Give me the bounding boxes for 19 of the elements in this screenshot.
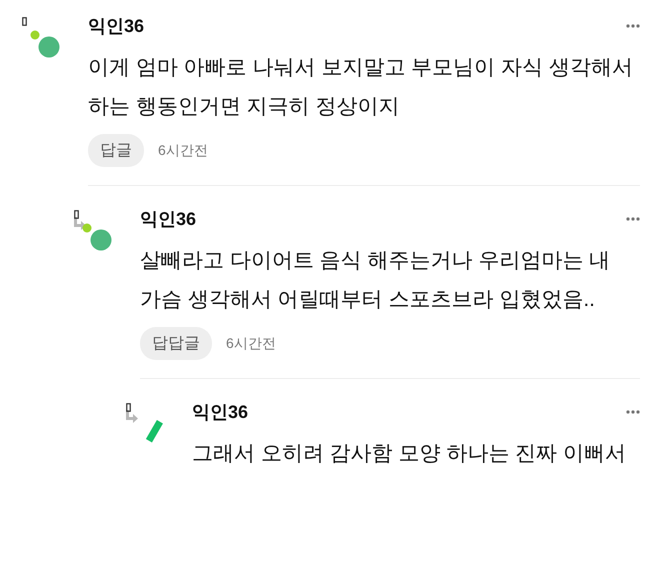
avatar-icon xyxy=(82,223,112,251)
author-name: 익인36 xyxy=(140,208,196,231)
more-icon xyxy=(626,410,640,414)
box-icon xyxy=(126,403,131,412)
more-icon xyxy=(626,217,640,221)
reply-button[interactable]: 답답글 xyxy=(140,327,212,360)
reply-arrow-icon xyxy=(124,410,138,423)
timestamp: 6시간전 xyxy=(226,334,276,352)
reply-button[interactable]: 답글 xyxy=(88,134,144,167)
author-name: 익인36 xyxy=(88,15,144,38)
comment-text: 이게 엄마 아빠로 나눠서 보지말고 부모님이 자식 생각해서 하는 행동인거면 지극히 정상이지 xyxy=(88,55,634,120)
comment-text: 살빼라고 다이어트 음식 해주는거나 우리엄마는 내 가슴 생각해서 어릴때부터 스포츠브라 입혔었음.. xyxy=(140,248,612,313)
box-icon xyxy=(74,210,79,219)
more-icon xyxy=(626,24,640,28)
box-icon xyxy=(22,17,27,26)
author-name: 익인36 xyxy=(192,401,248,424)
avatar-icon xyxy=(30,30,60,58)
comment-text: 그래서 오히려 감사함 모양 하나는 진짜 이뻐서 xyxy=(192,441,628,467)
timestamp: 6시간전 xyxy=(158,142,208,160)
